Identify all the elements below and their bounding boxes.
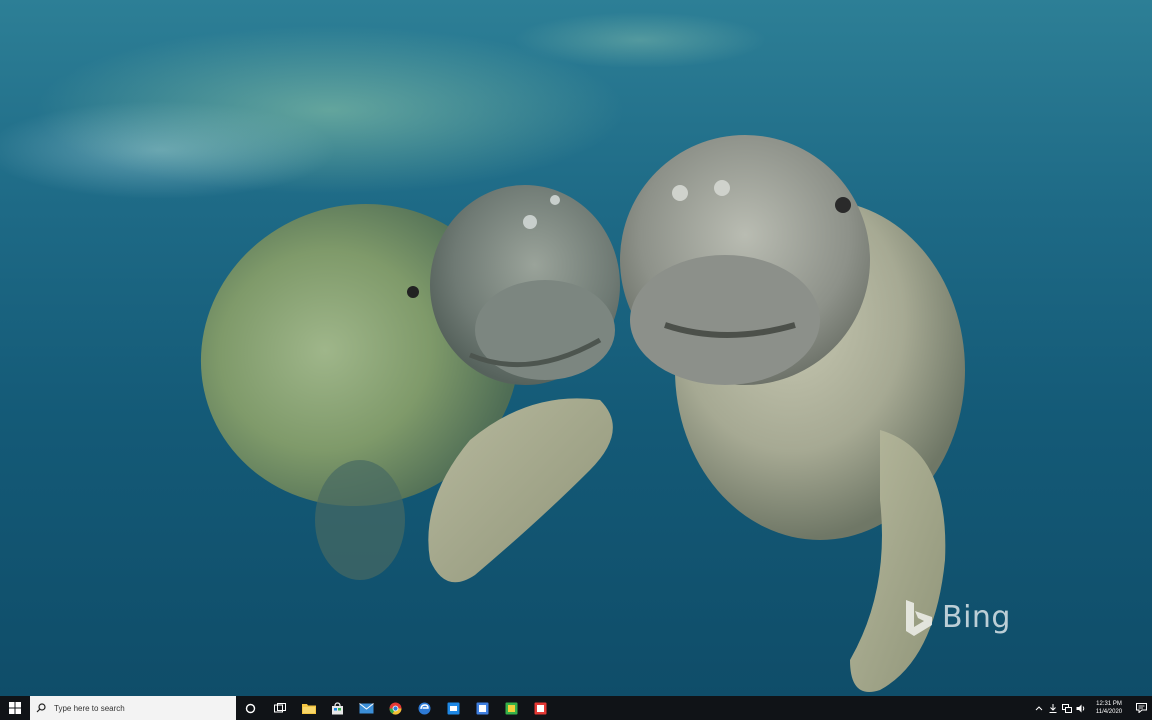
mail-icon [359, 702, 374, 713]
search-icon [36, 703, 46, 713]
task-view-button[interactable] [265, 696, 294, 720]
app-icon [476, 702, 489, 714]
start-button[interactable] [0, 696, 30, 720]
taskbar-edge[interactable] [410, 696, 439, 720]
task-view-icon [273, 702, 286, 712]
taskbar-chrome[interactable] [381, 696, 410, 720]
windows-logo-icon [9, 702, 21, 714]
bing-label: Bing [942, 600, 1011, 635]
volume-icon [1076, 704, 1085, 712]
search-input[interactable]: Type here to search [30, 696, 236, 720]
tray-network-button[interactable] [1060, 696, 1074, 720]
download-icon [1049, 703, 1057, 713]
cortana-icon [245, 703, 256, 713]
taskbar-app-red[interactable] [526, 696, 555, 720]
wallpaper-image [200, 135, 965, 692]
taskbar-app-blue-1[interactable] [439, 696, 468, 720]
edge-icon [418, 702, 431, 714]
store-bag-icon [332, 701, 343, 714]
taskbar-clock[interactable]: 12:31 PM 11/4/2020 [1088, 696, 1130, 720]
tray-volume-button[interactable] [1074, 696, 1088, 720]
taskbar-file-explorer[interactable] [294, 696, 323, 720]
app-icon [505, 702, 518, 714]
clock-date: 11/4/2020 [1095, 709, 1123, 715]
system-tray: 12:31 PM 11/4/2020 [1032, 696, 1152, 720]
taskbar-app-green[interactable] [497, 696, 526, 720]
taskbar: Type here to search 12:31 PM 11/4/2020 [0, 696, 1152, 720]
tray-overflow-button[interactable] [1032, 696, 1046, 720]
chrome-icon [389, 702, 402, 715]
folder-icon [301, 704, 316, 714]
bing-watermark: Bing [900, 598, 1020, 642]
taskbar-mail[interactable] [352, 696, 381, 720]
network-icon [1062, 703, 1072, 713]
tray-download-button[interactable] [1046, 696, 1060, 720]
notification-icon [1135, 703, 1147, 713]
action-center-button[interactable] [1130, 696, 1152, 720]
cortana-button[interactable] [236, 696, 265, 720]
taskbar-store[interactable] [323, 696, 352, 720]
left-manatee [200, 185, 620, 580]
bing-logo-icon [906, 600, 932, 636]
clock-time: 12:31 PM [1096, 701, 1122, 707]
chevron-up-icon [1035, 706, 1043, 711]
app-icon [534, 702, 547, 714]
desktop: Bing [0, 0, 1152, 696]
search-placeholder: Type here to search [54, 703, 125, 713]
taskbar-app-blue-2[interactable] [468, 696, 497, 720]
app-icon [447, 702, 460, 714]
